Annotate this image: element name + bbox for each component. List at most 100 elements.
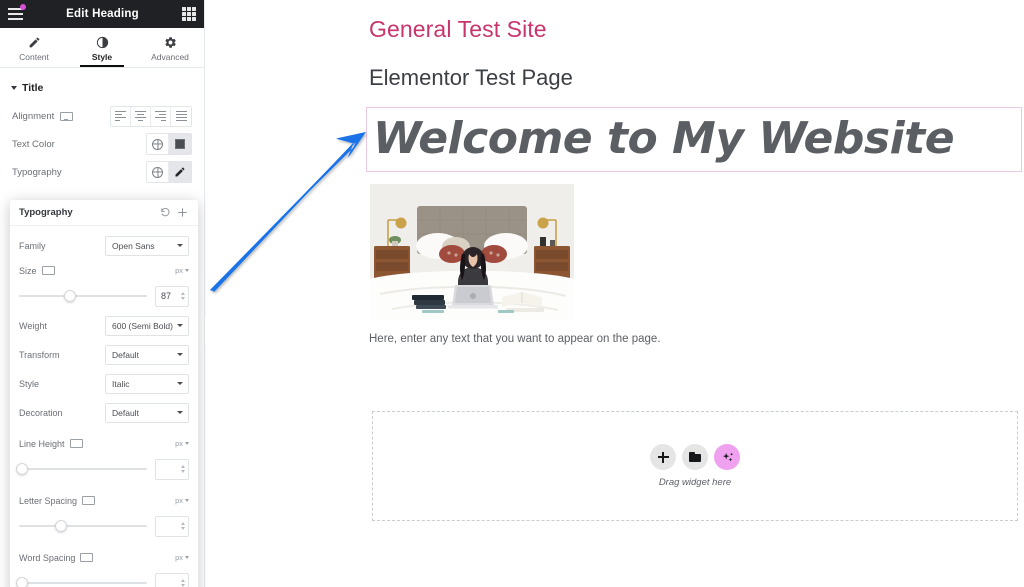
hamburger-menu-icon[interactable] xyxy=(8,4,26,20)
align-left-button[interactable] xyxy=(111,106,131,126)
color-swatch-icon xyxy=(175,139,185,149)
weight-value: 600 (Semi Bold) xyxy=(112,320,173,331)
preview-canvas: General Test Site Elementor Test Page We… xyxy=(206,0,1024,587)
plus-icon[interactable] xyxy=(174,204,191,221)
tab-content[interactable]: Content xyxy=(0,28,68,67)
letter-spacing-label-text: Letter Spacing xyxy=(19,495,78,506)
typography-label: Typography xyxy=(12,166,62,178)
word-spacing-stepper[interactable] xyxy=(181,579,185,587)
letter-spacing-number-input[interactable] xyxy=(155,515,189,537)
heading-widget[interactable]: Welcome to My Website xyxy=(366,107,1022,172)
field-style: Style Italic xyxy=(19,371,189,396)
letter-spacing-unit-selector[interactable]: px xyxy=(175,496,189,505)
edit-typography-button[interactable] xyxy=(169,162,191,182)
align-justify-button[interactable] xyxy=(171,106,191,126)
line-height-number-input[interactable] xyxy=(155,458,189,480)
monitor-icon[interactable] xyxy=(41,266,55,275)
word-spacing-number-input[interactable] xyxy=(155,572,189,587)
chevron-down-icon xyxy=(11,86,17,90)
global-color-button[interactable] xyxy=(147,134,169,154)
word-spacing-unit-selector[interactable]: px xyxy=(175,553,189,562)
letter-spacing-stepper[interactable] xyxy=(181,522,185,530)
panel-tabs: Content Style Advanced xyxy=(0,28,204,68)
chevron-down-icon xyxy=(177,411,183,414)
tab-content-label: Content xyxy=(19,52,49,62)
monitor-icon[interactable] xyxy=(69,439,83,448)
global-typography-button[interactable] xyxy=(147,162,169,182)
field-decoration: Decoration Default xyxy=(19,400,189,425)
ai-button[interactable] xyxy=(714,444,740,470)
add-widget-button[interactable] xyxy=(650,444,676,470)
tab-advanced[interactable]: Advanced xyxy=(136,28,204,67)
reset-icon[interactable] xyxy=(157,204,174,221)
field-transform: Transform Default xyxy=(19,342,189,367)
family-select[interactable]: Open Sans xyxy=(105,235,189,256)
widget-dropzone[interactable]: Drag widget here xyxy=(372,411,1018,521)
tab-style-label: Style xyxy=(91,52,113,62)
monitor-icon[interactable] xyxy=(82,496,96,505)
alignment-button-group xyxy=(110,105,192,127)
word-spacing-label-text: Word Spacing xyxy=(19,552,76,563)
panel-title: Edit Heading xyxy=(66,8,139,20)
chevron-down-icon xyxy=(177,353,183,356)
transform-select[interactable]: Default xyxy=(105,344,189,365)
folder-icon xyxy=(689,452,701,462)
size-unit-value: px xyxy=(175,266,183,275)
decoration-select[interactable]: Default xyxy=(105,402,189,423)
decoration-label: Decoration xyxy=(19,407,63,418)
dropzone-label: Drag widget here xyxy=(658,477,732,488)
section-header-title[interactable]: Title xyxy=(11,82,190,94)
field-letter-spacing-slider-row xyxy=(19,513,189,539)
weight-label: Weight xyxy=(19,320,47,331)
tab-advanced-label: Advanced xyxy=(151,52,189,62)
plus-icon xyxy=(657,451,669,463)
letter-spacing-label: Letter Spacing xyxy=(19,496,175,506)
monitor-icon[interactable] xyxy=(80,553,94,562)
size-label: Size xyxy=(19,266,175,276)
typography-popover-title: Typography xyxy=(19,207,73,218)
family-value: Open Sans xyxy=(112,240,155,251)
transform-value: Default xyxy=(112,349,139,360)
monitor-icon[interactable] xyxy=(60,111,74,121)
word-spacing-slider[interactable] xyxy=(15,576,147,587)
letter-spacing-slider-knob[interactable] xyxy=(55,520,68,532)
transform-label: Transform xyxy=(19,349,60,360)
alignment-label-text: Alignment xyxy=(12,110,55,122)
size-slider-knob[interactable] xyxy=(64,290,77,302)
line-height-label: Line Height xyxy=(19,439,175,449)
size-stepper[interactable] xyxy=(181,292,185,300)
word-spacing-label: Word Spacing xyxy=(19,553,175,563)
color-swatch-button[interactable] xyxy=(169,134,191,154)
line-height-label-text: Line Height xyxy=(19,438,65,449)
line-height-slider-track xyxy=(19,467,147,471)
align-center-button[interactable] xyxy=(131,106,151,126)
line-height-stepper[interactable] xyxy=(181,465,185,473)
size-slider[interactable] xyxy=(19,289,147,303)
site-title[interactable]: General Test Site xyxy=(369,16,547,43)
size-unit-selector[interactable]: px xyxy=(175,266,189,275)
letter-spacing-slider[interactable] xyxy=(19,519,147,533)
pencil-icon xyxy=(28,36,41,49)
size-number-input[interactable]: 87 xyxy=(155,285,189,307)
line-height-unit-selector[interactable]: px xyxy=(175,439,189,448)
text-color-label: Text Color xyxy=(12,138,55,150)
typography-buttons xyxy=(146,161,192,183)
line-height-slider-knob[interactable] xyxy=(15,463,28,475)
align-right-button[interactable] xyxy=(151,106,171,126)
notification-dot-icon xyxy=(20,4,26,10)
widget-grid-icon[interactable] xyxy=(182,7,196,21)
globe-icon xyxy=(152,138,163,150)
field-word-spacing-header: Word Spacing px xyxy=(19,545,189,570)
image-widget[interactable] xyxy=(370,184,574,321)
letter-spacing-unit-value: px xyxy=(175,496,183,505)
field-family: Family Open Sans xyxy=(19,233,189,258)
word-spacing-slider-knob[interactable] xyxy=(15,577,28,587)
tab-style[interactable]: Style xyxy=(68,28,136,67)
add-template-button[interactable] xyxy=(682,444,708,470)
weight-select[interactable]: 600 (Semi Bold) xyxy=(105,315,189,336)
style-value: Italic xyxy=(112,378,130,389)
line-height-slider[interactable] xyxy=(15,462,147,476)
field-word-spacing-slider-row xyxy=(15,570,189,587)
style-select[interactable]: Italic xyxy=(105,373,189,394)
field-weight: Weight 600 (Semi Bold) xyxy=(19,313,189,338)
